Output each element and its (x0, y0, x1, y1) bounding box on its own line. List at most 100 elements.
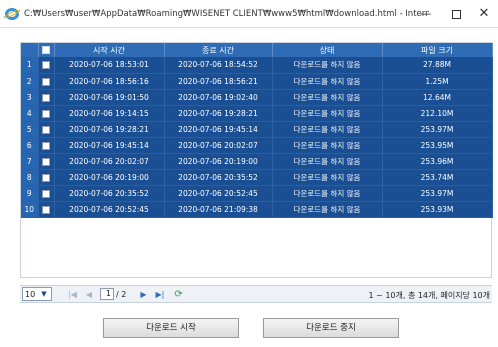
page-size-value: 10 (25, 289, 36, 299)
row-checkbox-cell[interactable] (38, 201, 55, 218)
row-end-time: 2020-07-06 19:02:40 (164, 89, 273, 106)
maximize-button[interactable] (446, 4, 466, 24)
close-button[interactable]: ✕ (474, 4, 494, 24)
row-start-time: 2020-07-06 19:01:50 (54, 89, 165, 106)
table-header-row: 시작 시간 종료 시간 상태 파일 크기 (21, 43, 493, 57)
row-end-time: 2020-07-06 18:54:52 (164, 57, 273, 74)
row-checkbox-cell[interactable] (38, 89, 55, 106)
row-end-time: 2020-07-06 19:45:14 (164, 121, 273, 138)
last-page-icon[interactable]: ▶| (156, 290, 165, 299)
row-status: 다운로드를 하지 않음 (272, 57, 383, 74)
refresh-icon[interactable]: ⟳ (174, 289, 182, 300)
row-number: 1 (21, 57, 39, 74)
row-status: 다운로드를 하지 않음 (272, 201, 383, 218)
row-number: 3 (21, 89, 39, 106)
maximize-icon (451, 9, 461, 19)
row-checkbox[interactable] (42, 109, 50, 118)
row-start-time: 2020-07-06 19:14:15 (54, 105, 165, 122)
row-file-size: 253.97M (382, 121, 493, 138)
row-end-time: 2020-07-06 20:35:52 (164, 169, 273, 186)
row-start-time: 2020-07-06 20:19:00 (54, 169, 165, 186)
row-file-size: 253.97M (382, 185, 493, 202)
minimize-button[interactable]: — (416, 4, 436, 24)
row-checkbox-cell[interactable] (38, 105, 55, 122)
row-number: 4 (21, 105, 39, 122)
row-start-time: 2020-07-06 20:02:07 (54, 153, 165, 170)
header-file-size[interactable]: 파일 크기 (382, 43, 493, 57)
row-end-time: 2020-07-06 19:28:21 (164, 105, 273, 122)
row-start-time: 2020-07-06 20:52:45 (54, 201, 165, 218)
prev-page-icon[interactable]: ◀ (86, 290, 92, 299)
header-end-time[interactable]: 종료 시간 (164, 43, 273, 57)
header-status[interactable]: 상태 (272, 43, 383, 57)
select-all-checkbox[interactable] (42, 46, 50, 54)
row-checkbox-cell[interactable] (38, 185, 55, 202)
row-checkbox[interactable] (42, 61, 50, 70)
next-page-icon[interactable]: ▶ (140, 290, 146, 299)
row-checkbox[interactable] (42, 141, 50, 150)
row-file-size: 12.64M (382, 89, 493, 106)
table-row[interactable]: 9 2020-07-06 20:35:52 2020-07-06 20:52:45 다… (21, 185, 493, 202)
row-checkbox-cell[interactable] (38, 153, 55, 170)
table-row[interactable]: 7 2020-07-06 20:02:07 2020-07-06 20:19:00 다… (21, 153, 493, 170)
row-checkbox[interactable] (42, 77, 50, 86)
row-checkbox-cell[interactable] (38, 137, 55, 154)
table-row[interactable]: 1 2020-07-06 18:53:01 2020-07-06 18:54:52 다… (21, 57, 493, 74)
row-checkbox-cell[interactable] (38, 169, 55, 186)
row-checkbox-cell[interactable] (38, 73, 55, 90)
row-file-size: 27.88M (382, 57, 493, 74)
row-number: 7 (21, 153, 39, 170)
row-checkbox-cell[interactable] (38, 57, 55, 74)
header-start-time[interactable]: 시작 시간 (54, 43, 165, 57)
stop-download-button[interactable]: 다운로드 중지 (263, 318, 399, 338)
table-row[interactable]: 4 2020-07-06 19:14:15 2020-07-06 19:28:21 다… (21, 105, 493, 122)
row-status: 다운로드를 하지 않음 (272, 137, 383, 154)
row-status: 다운로드를 하지 않음 (272, 89, 383, 106)
row-file-size: 253.96M (382, 153, 493, 170)
table-row[interactable]: 3 2020-07-06 19:01:50 2020-07-06 19:02:40 다… (21, 89, 493, 106)
row-status: 다운로드를 하지 않음 (272, 105, 383, 122)
row-start-time: 2020-07-06 19:45:14 (54, 137, 165, 154)
row-start-time: 2020-07-06 18:53:01 (54, 57, 165, 74)
row-number: 5 (21, 121, 39, 138)
row-number: 2 (21, 73, 39, 90)
row-number: 6 (21, 137, 39, 154)
row-status: 다운로드를 하지 않음 (272, 169, 383, 186)
row-file-size: 253.95M (382, 137, 493, 154)
row-checkbox[interactable] (42, 173, 50, 182)
first-page-icon[interactable]: |◀ (68, 290, 77, 299)
total-pages: / 2 (116, 289, 127, 299)
row-file-size: 253.93M (382, 201, 493, 218)
row-number: 8 (21, 169, 39, 186)
row-checkbox[interactable] (42, 125, 50, 134)
table-row[interactable]: 8 2020-07-06 20:19:00 2020-07-06 20:35:52 다… (21, 169, 493, 186)
window-title: C:₩Users₩user₩AppData₩Roaming₩WISENET CL… (24, 8, 429, 19)
row-checkbox-cell[interactable] (38, 121, 55, 138)
row-number: 9 (21, 185, 39, 202)
row-start-time: 2020-07-06 20:35:52 (54, 185, 165, 202)
row-checkbox[interactable] (42, 205, 50, 214)
row-end-time: 2020-07-06 18:56:21 (164, 73, 273, 90)
page-info: 1 ~ 10개, 총 14개, 페이지당 10개 (368, 291, 490, 300)
row-end-time: 2020-07-06 21:09:38 (164, 201, 273, 218)
table-row[interactable]: 10 2020-07-06 20:52:45 2020-07-06 21:09:38… (21, 201, 493, 218)
table-row[interactable]: 6 2020-07-06 19:45:14 2020-07-06 20:02:07 다… (21, 137, 493, 154)
download-table: 시작 시간 종료 시간 상태 파일 크기 1 2020-07-06 18:53:0… (20, 42, 493, 278)
row-checkbox[interactable] (42, 93, 50, 102)
header-select-all[interactable] (38, 43, 55, 57)
row-file-size: 253.74M (382, 169, 493, 186)
row-checkbox[interactable] (42, 157, 50, 166)
start-download-button[interactable]: 다운로드 시작 (103, 318, 239, 338)
chevron-down-icon[interactable]: ▼ (39, 290, 49, 299)
row-status: 다운로드를 하지 않음 (272, 185, 383, 202)
current-page-input[interactable]: 1 (100, 288, 115, 300)
page-size-select[interactable]: 10 ▼ (22, 287, 52, 301)
header-row-number (21, 43, 39, 57)
internet-explorer-icon (2, 7, 22, 21)
row-file-size: 212.10M (382, 105, 493, 122)
row-checkbox[interactable] (42, 189, 50, 198)
row-number: 10 (21, 201, 39, 218)
table-row[interactable]: 5 2020-07-06 19:28:21 2020-07-06 19:45:14 다… (21, 121, 493, 138)
table-row[interactable]: 2 2020-07-06 18:56:16 2020-07-06 18:56:21 다… (21, 73, 493, 90)
row-end-time: 2020-07-06 20:52:45 (164, 185, 273, 202)
